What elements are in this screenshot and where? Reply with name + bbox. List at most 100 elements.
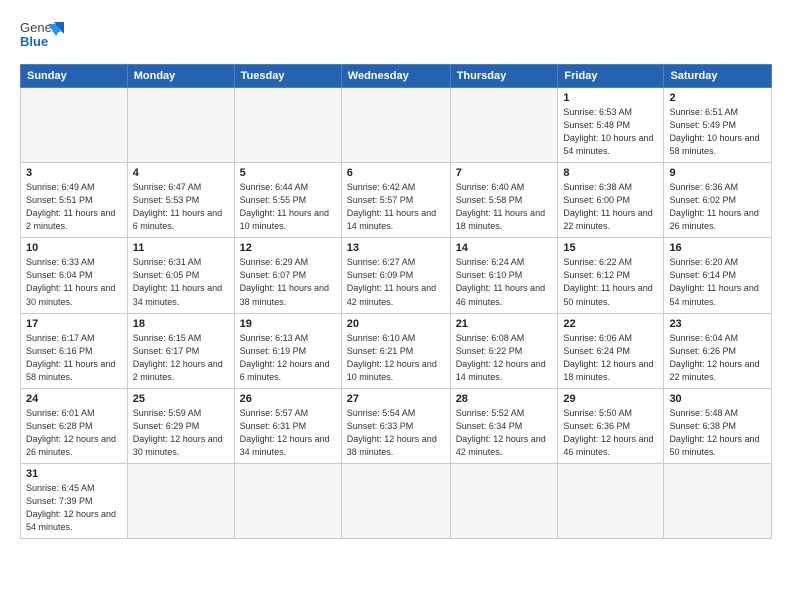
calendar-cell: 15 Sunrise: 6:22 AM Sunset: 6:12 PM Dayli… <box>558 238 664 313</box>
calendar-cell: 25 Sunrise: 5:59 AM Sunset: 6:29 PM Dayli… <box>127 388 234 463</box>
day-info: Sunrise: 6:36 AM Sunset: 6:02 PM Dayligh… <box>669 181 766 233</box>
logo: General Blue <box>20 16 64 56</box>
day-info: Sunrise: 6:24 AM Sunset: 6:10 PM Dayligh… <box>456 256 553 308</box>
calendar-cell: 28 Sunrise: 5:52 AM Sunset: 6:34 PM Dayli… <box>450 388 558 463</box>
col-wednesday: Wednesday <box>341 65 450 88</box>
calendar-cell: 27Sunrise: 5:54 AM Sunset: 6:33 PM Dayli… <box>341 388 450 463</box>
calendar-cell <box>450 463 558 538</box>
day-number: 22 <box>563 318 658 330</box>
day-number: 19 <box>240 318 336 330</box>
day-info: Sunrise: 6:01 AM Sunset: 6:28 PM Dayligh… <box>26 407 122 459</box>
calendar-cell: 7 Sunrise: 6:40 AM Sunset: 5:58 PM Daylig… <box>450 163 558 238</box>
calendar-cell: 22 Sunrise: 6:06 AM Sunset: 6:24 PM Dayli… <box>558 313 664 388</box>
day-number: 16 <box>669 242 766 254</box>
day-number: 20 <box>347 318 445 330</box>
calendar-cell: 11 Sunrise: 6:31 AM Sunset: 6:05 PM Dayli… <box>127 238 234 313</box>
calendar-cell <box>234 88 341 163</box>
calendar-cell: 2 Sunrise: 6:51 AM Sunset: 5:49 PM Daylig… <box>664 88 772 163</box>
calendar-cell <box>664 463 772 538</box>
day-info: Sunrise: 6:15 AM Sunset: 6:17 PM Dayligh… <box>133 332 229 384</box>
col-thursday: Thursday <box>450 65 558 88</box>
calendar-cell <box>341 463 450 538</box>
calendar-cell <box>558 463 664 538</box>
day-info: Sunrise: 6:31 AM Sunset: 6:05 PM Dayligh… <box>133 256 229 308</box>
calendar-cell: 1Sunrise: 6:53 AM Sunset: 5:48 PM Daylig… <box>558 88 664 163</box>
calendar-cell: 21Sunrise: 6:08 AM Sunset: 6:22 PM Dayli… <box>450 313 558 388</box>
day-info: Sunrise: 6:22 AM Sunset: 6:12 PM Dayligh… <box>563 256 658 308</box>
day-number: 25 <box>133 393 229 405</box>
calendar-week-row: 3 Sunrise: 6:49 AM Sunset: 5:51 PM Daylig… <box>21 163 772 238</box>
day-info: Sunrise: 6:27 AM Sunset: 6:09 PM Dayligh… <box>347 256 445 308</box>
calendar-cell: 16Sunrise: 6:20 AM Sunset: 6:14 PM Dayli… <box>664 238 772 313</box>
day-number: 17 <box>26 318 122 330</box>
day-info: Sunrise: 6:13 AM Sunset: 6:19 PM Dayligh… <box>240 332 336 384</box>
calendar-cell <box>341 88 450 163</box>
calendar-cell <box>127 88 234 163</box>
calendar-cell: 8 Sunrise: 6:38 AM Sunset: 6:00 PM Daylig… <box>558 163 664 238</box>
day-info: Sunrise: 6:42 AM Sunset: 5:57 PM Dayligh… <box>347 181 445 233</box>
day-number: 31 <box>26 468 122 480</box>
calendar-cell: 30Sunrise: 5:48 AM Sunset: 6:38 PM Dayli… <box>664 388 772 463</box>
day-number: 24 <box>26 393 122 405</box>
svg-text:Blue: Blue <box>20 34 48 49</box>
day-info: Sunrise: 6:38 AM Sunset: 6:00 PM Dayligh… <box>563 181 658 233</box>
calendar-cell: 23Sunrise: 6:04 AM Sunset: 6:26 PM Dayli… <box>664 313 772 388</box>
calendar-cell: 13 Sunrise: 6:27 AM Sunset: 6:09 PM Dayli… <box>341 238 450 313</box>
calendar-cell <box>450 88 558 163</box>
day-info: Sunrise: 6:51 AM Sunset: 5:49 PM Dayligh… <box>669 106 766 158</box>
day-info: Sunrise: 6:29 AM Sunset: 6:07 PM Dayligh… <box>240 256 336 308</box>
col-monday: Monday <box>127 65 234 88</box>
day-number: 7 <box>456 167 553 179</box>
day-info: Sunrise: 5:50 AM Sunset: 6:36 PM Dayligh… <box>563 407 658 459</box>
col-friday: Friday <box>558 65 664 88</box>
day-info: Sunrise: 6:53 AM Sunset: 5:48 PM Dayligh… <box>563 106 658 158</box>
calendar-cell: 5Sunrise: 6:44 AM Sunset: 5:55 PM Daylig… <box>234 163 341 238</box>
calendar-cell: 3 Sunrise: 6:49 AM Sunset: 5:51 PM Daylig… <box>21 163 128 238</box>
day-info: Sunrise: 6:45 AM Sunset: 7:39 PM Dayligh… <box>26 482 122 534</box>
day-info: Sunrise: 6:40 AM Sunset: 5:58 PM Dayligh… <box>456 181 553 233</box>
calendar-cell: 17 Sunrise: 6:17 AM Sunset: 6:16 PM Dayli… <box>21 313 128 388</box>
day-info: Sunrise: 6:33 AM Sunset: 6:04 PM Dayligh… <box>26 256 122 308</box>
day-info: Sunrise: 6:17 AM Sunset: 6:16 PM Dayligh… <box>26 332 122 384</box>
calendar-cell: 4 Sunrise: 6:47 AM Sunset: 5:53 PM Daylig… <box>127 163 234 238</box>
day-info: Sunrise: 6:06 AM Sunset: 6:24 PM Dayligh… <box>563 332 658 384</box>
calendar-week-row: 10 Sunrise: 6:33 AM Sunset: 6:04 PM Dayli… <box>21 238 772 313</box>
day-number: 6 <box>347 167 445 179</box>
calendar-cell: 26Sunrise: 5:57 AM Sunset: 6:31 PM Dayli… <box>234 388 341 463</box>
calendar-week-row: 24 Sunrise: 6:01 AM Sunset: 6:28 PM Dayli… <box>21 388 772 463</box>
day-number: 5 <box>240 167 336 179</box>
day-number: 4 <box>133 167 229 179</box>
day-info: Sunrise: 6:08 AM Sunset: 6:22 PM Dayligh… <box>456 332 553 384</box>
day-info: Sunrise: 5:59 AM Sunset: 6:29 PM Dayligh… <box>133 407 229 459</box>
day-number: 11 <box>133 242 229 254</box>
col-saturday: Saturday <box>664 65 772 88</box>
day-number: 8 <box>563 167 658 179</box>
calendar-cell: 24 Sunrise: 6:01 AM Sunset: 6:28 PM Dayli… <box>21 388 128 463</box>
calendar-cell: 31 Sunrise: 6:45 AM Sunset: 7:39 PM Dayli… <box>21 463 128 538</box>
day-info: Sunrise: 5:54 AM Sunset: 6:33 PM Dayligh… <box>347 407 445 459</box>
day-info: Sunrise: 6:10 AM Sunset: 6:21 PM Dayligh… <box>347 332 445 384</box>
calendar-cell <box>234 463 341 538</box>
calendar-week-row: 31 Sunrise: 6:45 AM Sunset: 7:39 PM Dayli… <box>21 463 772 538</box>
day-info: Sunrise: 5:52 AM Sunset: 6:34 PM Dayligh… <box>456 407 553 459</box>
day-number: 10 <box>26 242 122 254</box>
day-number: 30 <box>669 393 766 405</box>
day-number: 9 <box>669 167 766 179</box>
day-number: 15 <box>563 242 658 254</box>
day-number: 12 <box>240 242 336 254</box>
day-number: 23 <box>669 318 766 330</box>
col-sunday: Sunday <box>21 65 128 88</box>
day-info: Sunrise: 6:49 AM Sunset: 5:51 PM Dayligh… <box>26 181 122 233</box>
calendar-week-row: 17 Sunrise: 6:17 AM Sunset: 6:16 PM Dayli… <box>21 313 772 388</box>
day-number: 28 <box>456 393 553 405</box>
day-number: 13 <box>347 242 445 254</box>
calendar-cell <box>127 463 234 538</box>
day-info: Sunrise: 6:47 AM Sunset: 5:53 PM Dayligh… <box>133 181 229 233</box>
calendar-cell: 10 Sunrise: 6:33 AM Sunset: 6:04 PM Dayli… <box>21 238 128 313</box>
day-number: 2 <box>669 92 766 104</box>
day-number: 14 <box>456 242 553 254</box>
calendar-cell: 12 Sunrise: 6:29 AM Sunset: 6:07 PM Dayli… <box>234 238 341 313</box>
day-number: 29 <box>563 393 658 405</box>
day-number: 3 <box>26 167 122 179</box>
calendar-cell: 29 Sunrise: 5:50 AM Sunset: 6:36 PM Dayli… <box>558 388 664 463</box>
